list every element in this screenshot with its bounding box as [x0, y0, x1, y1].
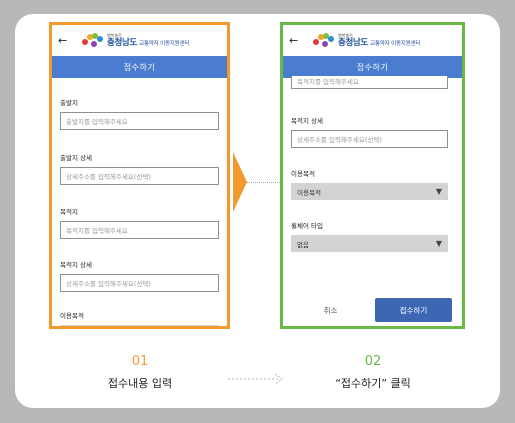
step1-label: 접수내용 입력	[107, 377, 173, 390]
purpose-label: 이용목적	[60, 312, 84, 320]
purpose-label: 이용목적	[291, 170, 315, 178]
destination-field: 목적지를 입력해주세요	[291, 76, 448, 89]
page-title-bar: 접수하기	[52, 56, 227, 78]
logo-sub-text: 교통약자 이동지원센터	[139, 40, 190, 47]
dropdown-triangle-icon: ▼	[435, 187, 442, 196]
wheelchair-field: 휠체어 타입 없음 ▼	[291, 220, 448, 252]
purpose-select-value: 이용목적	[297, 188, 321, 197]
submit-button[interactable]: 접수하기	[375, 298, 452, 322]
origin-detail-field: 출발지 상세 상세주소를 입력해주세요(선택)	[60, 152, 219, 185]
purpose-field: 이용목적	[60, 310, 219, 326]
wheelchair-select[interactable]: 없음 ▼	[291, 235, 448, 252]
cancel-button[interactable]: 취소	[289, 298, 372, 322]
dropdown-triangle-icon: ▼	[435, 239, 442, 248]
step1-phone-screen: ← 행복충전 충청남도 교통약자 이동지원센터 접수하기 출발지 출발지를 입력…	[49, 22, 230, 329]
back-arrow-icon[interactable]: ←	[58, 34, 72, 47]
step1-number: 01	[131, 354, 149, 369]
logo-main-text: 충청남도	[338, 37, 369, 48]
destination-input[interactable]: 목적지를 입력해주세요	[291, 76, 448, 89]
purpose-select[interactable]: 이용목적 ▼	[291, 183, 448, 200]
step2-label: “접수하기” 클릭	[335, 377, 411, 390]
logo-flower-icon	[82, 32, 104, 49]
app-logo: 행복충전 충청남도 교통약자 이동지원센터	[313, 32, 421, 49]
flow-arrow-icon	[228, 373, 283, 385]
wheelchair-select-value: 없음	[297, 240, 309, 249]
origin-detail-label: 출발지 상세	[60, 154, 92, 162]
purpose-select[interactable]	[60, 325, 219, 326]
logo-main-text: 충청남도	[107, 37, 138, 48]
step2-caption: 02 “접수하기” 클릭	[308, 354, 438, 391]
app-header: ← 행복충전 충청남도 교통약자 이동지원센터	[52, 25, 227, 56]
step2-phone-screen: ← 행복충전 충청남도 교통약자 이동지원센터 접수하기 목적지를 입력해주세요…	[280, 22, 465, 329]
page-title-bar: 접수하기	[283, 56, 462, 78]
destination-detail-field: 목적지 상세 상세주소를 입력해주세요(선택)	[291, 115, 448, 148]
origin-field: 출발지 출발지를 입력해주세요	[60, 97, 219, 130]
origin-label: 출발지	[60, 99, 78, 107]
wheelchair-label: 휠체어 타입	[291, 222, 323, 230]
destination-input[interactable]: 목적지를 입력해주세요	[60, 221, 219, 239]
logo-flower-icon	[313, 32, 335, 49]
destination-detail-label: 목적지 상세	[60, 261, 92, 269]
purpose-field: 이용목적 이용목적 ▼	[291, 168, 448, 200]
step-pointer-arrow	[233, 152, 247, 212]
origin-input[interactable]: 출발지를 입력해주세요	[60, 112, 219, 130]
destination-detail-input[interactable]: 상세주소를 입력해주세요(선택)	[291, 130, 448, 148]
logo-sub-text: 교통약자 이동지원센터	[370, 40, 421, 47]
destination-label: 목적지	[60, 208, 78, 216]
origin-detail-input[interactable]: 상세주소를 입력해주세요(선택)	[60, 167, 219, 185]
destination-detail-label: 목적지 상세	[291, 117, 323, 125]
app-logo: 행복충전 충청남도 교통약자 이동지원센터	[82, 32, 190, 49]
destination-detail-input[interactable]: 상세주소를 입력해주세요(선택)	[60, 274, 219, 292]
destination-detail-field: 목적지 상세 상세주소를 입력해주세요(선택)	[60, 259, 219, 292]
back-arrow-icon[interactable]: ←	[289, 34, 303, 47]
step2-number: 02	[364, 354, 382, 369]
destination-field: 목적지 목적지를 입력해주세요	[60, 206, 219, 239]
app-header: ← 행복충전 충청남도 교통약자 이동지원센터	[283, 25, 462, 56]
step1-caption: 01 접수내용 입력	[80, 354, 200, 391]
connector-dotted-line	[247, 182, 280, 183]
